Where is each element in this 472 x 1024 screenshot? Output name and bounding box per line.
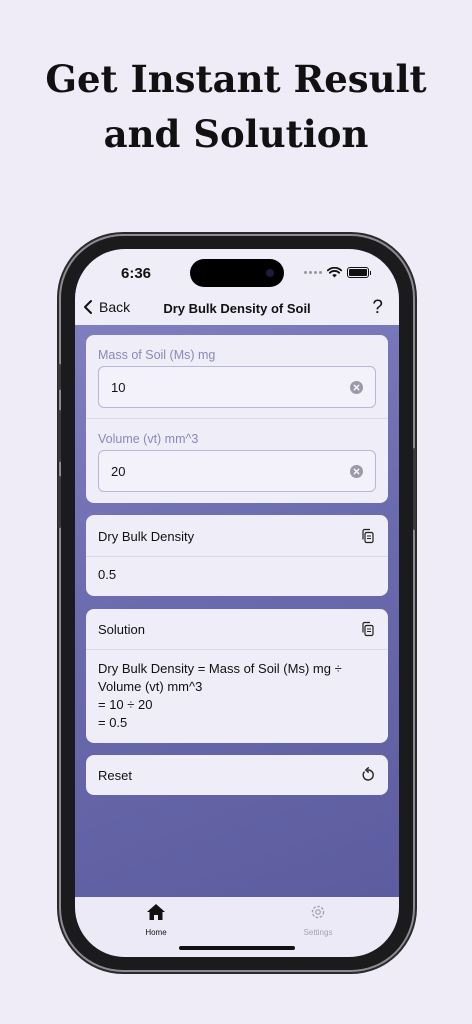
solution-title: Solution	[98, 622, 145, 637]
mass-label: Mass of Soil (Ms) mg	[98, 348, 216, 362]
battery-icon	[347, 267, 371, 278]
result-value: 0.5	[98, 567, 117, 582]
reset-icon	[362, 767, 374, 781]
copy-result-icon[interactable]	[360, 528, 376, 544]
clear-volume-icon[interactable]	[350, 465, 363, 478]
field-divider	[86, 418, 388, 419]
help-button[interactable]: ?	[372, 297, 383, 319]
inputs-card: Mass of Soil (Ms) mg 10 Volume (vt) mm^3…	[86, 335, 388, 503]
navigation-bar: Back Dry Bulk Density of Soil ?	[75, 297, 399, 325]
power-button	[413, 448, 416, 530]
home-indicator	[179, 946, 295, 950]
result-divider	[86, 556, 388, 557]
clear-mass-icon[interactable]	[350, 381, 363, 394]
gear-icon	[311, 905, 325, 919]
dynamic-island	[190, 259, 284, 287]
solution-line-3: = 10 ÷ 20	[98, 697, 153, 712]
phone-screen: 6:36 Back Dry Bulk Density of Soil ? Mas…	[75, 249, 399, 957]
solution-line-1: Dry Bulk Density = Mass of Soil (Ms) mg …	[98, 661, 342, 676]
solution-card: Solution Dry Bulk Density = Mass of Soil…	[86, 609, 388, 743]
cellular-signal-icon	[304, 271, 322, 274]
volume-down-button	[58, 476, 61, 528]
solution-divider	[86, 649, 388, 650]
result-title: Dry Bulk Density	[98, 529, 195, 544]
volume-value: 20	[111, 464, 126, 479]
page-title: Dry Bulk Density of Soil	[163, 301, 311, 316]
status-time: 6:36	[121, 265, 152, 282]
reset-label: Reset	[98, 768, 132, 783]
silent-switch	[58, 364, 61, 390]
tab-settings-label: Settings	[303, 928, 333, 937]
status-icons	[304, 267, 371, 278]
calculator-content: Mass of Soil (Ms) mg 10 Volume (vt) mm^3…	[75, 325, 399, 897]
tab-home-label: Home	[145, 928, 167, 937]
camera-icon	[266, 269, 274, 277]
tab-home[interactable]: Home	[116, 903, 196, 937]
solution-line-2: Volume (vt) mm^3	[98, 679, 203, 694]
volume-label: Volume (vt) mm^3	[98, 432, 199, 446]
copy-solution-icon[interactable]	[360, 621, 376, 637]
tab-settings[interactable]: Settings	[278, 903, 358, 937]
wifi-icon	[327, 267, 342, 278]
solution-steps: Dry Bulk Density = Mass of Soil (Ms) mg …	[98, 660, 342, 732]
volume-input[interactable]: 20	[98, 450, 376, 492]
tab-bar: Home Settings	[75, 897, 399, 957]
volume-up-button	[58, 410, 61, 462]
house-icon	[147, 904, 165, 920]
status-bar: 6:36	[75, 249, 399, 297]
reset-button[interactable]: Reset	[86, 755, 388, 795]
marketing-headline: Get Instant Result and Solution	[0, 52, 472, 162]
result-card: Dry Bulk Density 0.5	[86, 515, 388, 596]
mass-input[interactable]: 10	[98, 366, 376, 408]
mass-value: 10	[111, 380, 126, 395]
solution-line-4: = 0.5	[98, 715, 128, 730]
headline-line-2: and Solution	[103, 112, 369, 156]
headline-line-1: Get Instant Result	[45, 57, 427, 101]
